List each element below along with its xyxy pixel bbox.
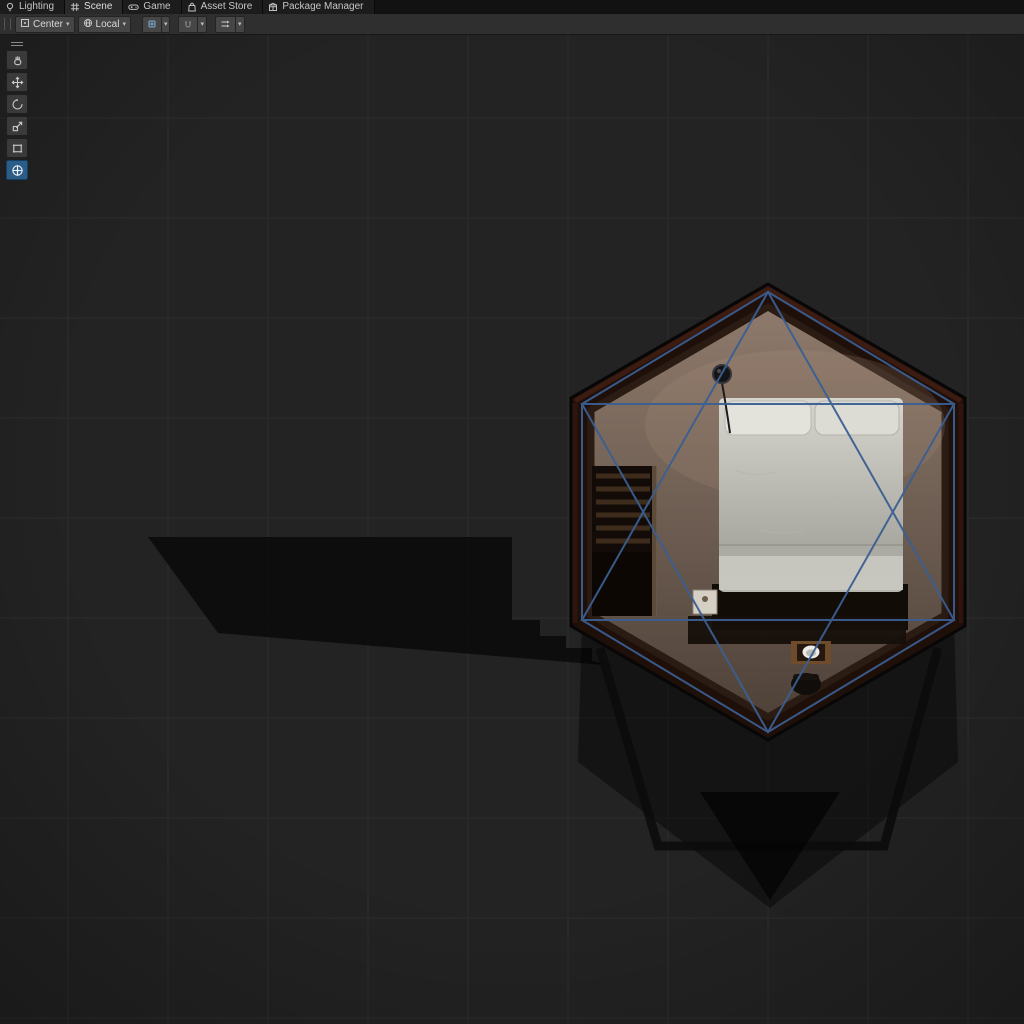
move-tool[interactable]	[6, 72, 28, 92]
transform-tool[interactable]	[6, 160, 28, 180]
rotate-icon	[11, 98, 23, 110]
rect-tool[interactable]	[6, 138, 28, 158]
snap-increment-button[interactable]	[214, 15, 236, 33]
overlay-drag-handle[interactable]	[6, 39, 28, 48]
tab-game[interactable]: Game	[123, 0, 182, 14]
orientation-label: Local	[95, 18, 120, 30]
tab-label: Lighting	[19, 1, 55, 12]
package-icon	[268, 2, 278, 12]
snap-increment-dropdown[interactable]: ▾	[235, 15, 245, 33]
shopping-bag-icon	[187, 2, 197, 12]
scene-viewport[interactable]	[0, 0, 1024, 1024]
hand-icon	[13, 55, 21, 65]
chevron-down-icon: ▾	[237, 20, 242, 28]
move-icon	[11, 76, 23, 88]
tab-scene[interactable]: Scene	[65, 0, 124, 14]
tab-label: Asset Store	[200, 1, 253, 12]
chevron-down-icon: ▾	[163, 20, 168, 28]
gamepad-icon	[128, 2, 140, 12]
grid-snapping-toggle[interactable]	[141, 15, 162, 33]
vignette-overlay	[0, 0, 1024, 1024]
snap-toggle-group: ▾	[178, 15, 207, 33]
view-hand-tool[interactable]	[6, 50, 28, 70]
tools-overlay	[6, 39, 28, 180]
chevron-down-icon: ▾	[200, 20, 204, 28]
snap-increment-group: ▾	[214, 15, 245, 33]
tab-label: Scene	[84, 1, 113, 12]
snap-toggle-dropdown[interactable]: ▾	[198, 15, 207, 33]
tab-label: Package Manager	[282, 1, 364, 12]
chevron-down-icon: ▾	[122, 20, 126, 28]
rect-icon	[12, 143, 22, 153]
scale-icon	[12, 121, 22, 131]
chevron-down-icon: ▾	[66, 20, 70, 28]
tab-label: Game	[143, 1, 171, 12]
lightbulb-icon	[5, 2, 15, 12]
scene-grid-icon	[70, 2, 80, 12]
globe-icon	[83, 18, 93, 31]
tab-lighting[interactable]: Lighting	[0, 0, 66, 14]
window-tab-bar: Lighting Scene Game Asset Store Package …	[0, 0, 1024, 14]
snap-increment-icon	[221, 20, 230, 28]
toolbar-drag-handle[interactable]	[4, 18, 11, 30]
grid-snapping-group: ▾	[141, 15, 171, 33]
snap-toggle[interactable]	[178, 15, 199, 33]
tab-asset-store[interactable]: Asset Store	[181, 0, 264, 14]
grid-snapping-icon	[148, 20, 156, 28]
grid-snapping-dropdown[interactable]: ▾	[161, 15, 171, 33]
scale-tool[interactable]	[6, 116, 28, 136]
orientation-dropdown[interactable]: Local ▾	[77, 15, 131, 33]
pivot-mode-label: Center	[33, 18, 64, 30]
pivot-mode-dropdown[interactable]: Center ▾	[15, 15, 75, 33]
tab-package-manager[interactable]: Package Manager	[263, 0, 375, 14]
pivot-icon	[20, 18, 30, 31]
rotate-tool[interactable]	[6, 94, 28, 114]
tab-bar-spacer	[374, 0, 1024, 14]
transform-icon	[11, 164, 23, 176]
magnet-icon	[185, 21, 192, 28]
scene-toolbar: Center ▾ Local ▾ ▾ ▾ ▾	[0, 14, 1024, 35]
